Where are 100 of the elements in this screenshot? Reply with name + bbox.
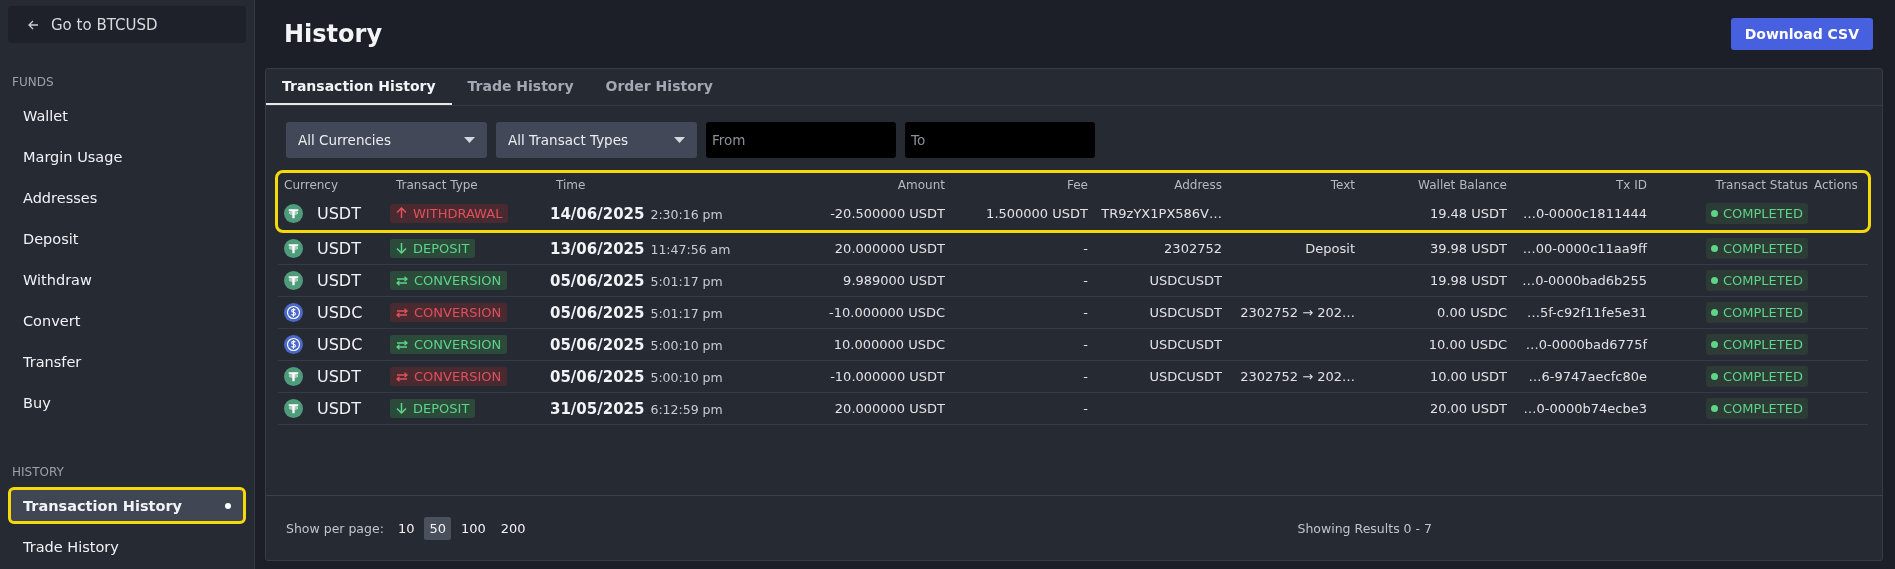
caret-icon [674, 137, 685, 143]
fee-cell-text: - [1082, 273, 1088, 288]
time-text: 6:12:59 pm [650, 401, 723, 417]
fee-cell-text: - [1082, 241, 1088, 256]
status-badge: COMPLETED [1706, 302, 1808, 323]
sidebar-item[interactable]: Margin Usage [8, 138, 246, 175]
column-header: Currency [283, 178, 340, 192]
column-header: Fee [1066, 178, 1088, 192]
status-badge: COMPLETED [1706, 398, 1808, 419]
amount-cell-text: -10.000000 USDT [829, 369, 945, 384]
date-text: 05/06/2025 [550, 303, 645, 322]
tab[interactable]: Transaction History [266, 69, 452, 105]
address-cell-text: USDCUSDT [1148, 273, 1222, 288]
to-date-field[interactable]: To [905, 122, 1095, 158]
time-text: 5:00:10 pm [650, 369, 723, 385]
column-header: Amount [896, 178, 945, 192]
type-badge: CONVERSION [390, 271, 508, 291]
date-text: 05/06/2025 [550, 367, 645, 386]
sidebar-item[interactable]: Deposit [8, 220, 246, 257]
column-header: Text [1329, 178, 1355, 192]
sidebar-item[interactable]: Wallet [8, 97, 246, 134]
column-header: Address [1173, 178, 1222, 192]
sidebar-item[interactable]: Convert [8, 302, 246, 339]
txid-cell-text: …6-9747aecfc80e [1527, 369, 1647, 384]
text-cell-text: Deposit [1304, 241, 1355, 256]
amount-cell-text: -10.000000 USDC [828, 305, 945, 320]
time-text: 5:01:17 pm [650, 305, 723, 321]
date-text: 14/06/2025 [550, 204, 645, 223]
date-text: 05/06/2025 [550, 271, 645, 290]
date-text: 31/05/2025 [550, 399, 645, 418]
address-cell-text: TR9zYX1PX586V… [1100, 206, 1222, 221]
address-cell-text: USDCUSDT [1148, 369, 1222, 384]
column-header: Transact Type [395, 178, 479, 192]
address-cell-text: USDCUSDT [1148, 305, 1222, 320]
type-badge: DEPOSIT [390, 398, 476, 418]
fee-cell-text: - [1082, 401, 1088, 416]
time-text: 5:00:10 pm [650, 337, 723, 353]
results-count: Showing Results 0 - 7 [1297, 520, 1432, 536]
section-heading: HISTORY [11, 465, 65, 479]
currency-cell: USDT [317, 271, 361, 290]
per-page-option[interactable]: 200 [495, 516, 531, 540]
sidebar-item[interactable]: Transaction History [8, 487, 246, 524]
sidebar-item[interactable]: Buy [8, 384, 246, 421]
download-button[interactable]: Download CSV [1730, 18, 1873, 50]
amount-cell-text: 10.000000 USDC [832, 337, 945, 352]
column-header: Wallet Balance [1417, 178, 1507, 192]
per-page-option[interactable]: 10 [392, 516, 420, 540]
status-badge: COMPLETED [1706, 203, 1808, 224]
per-page-option[interactable]: 50 [424, 516, 451, 540]
currency-cell: USDT [317, 367, 361, 386]
sidebar-item[interactable]: Transfer [8, 343, 246, 380]
time-text: 2:30:16 pm [650, 206, 723, 222]
fee-cell-text: - [1082, 369, 1088, 384]
balance-cell-text: 19.98 USDT [1428, 273, 1507, 288]
amount-cell-text: 20.000000 USDT [833, 401, 945, 416]
type-badge: WITHDRAWAL [390, 203, 509, 223]
currency-cell: USDT [317, 239, 361, 258]
balance-cell-text: 10.00 USDC [1427, 337, 1507, 352]
txid-cell-text: …0-0000bad6b255 [1521, 273, 1647, 288]
balance-cell-text: 10.00 USDT [1428, 369, 1507, 384]
page-title: History [284, 20, 383, 48]
fee-cell-text: 1.500000 USDT [985, 206, 1088, 221]
currency-dropdown[interactable]: All Currencies [286, 122, 487, 158]
balance-cell-text: 0.00 USDC [1436, 305, 1507, 320]
type-badge: CONVERSION [390, 367, 508, 387]
from-date-field[interactable]: From [706, 122, 896, 158]
balance-cell-text: 20.00 USDT [1428, 401, 1507, 416]
balance-cell-text: 39.98 USDT [1428, 241, 1507, 256]
address-cell-text: 2302752 [1163, 241, 1222, 256]
currency-cell: USDC [317, 303, 363, 322]
caret-icon [464, 137, 475, 143]
txid-cell-text: …0-0000bad6775f [1524, 337, 1647, 352]
amount-cell-text: 20.000000 USDT [833, 241, 945, 256]
column-header: Time [555, 178, 587, 192]
fee-cell-text: - [1082, 337, 1088, 352]
active-dot-icon [225, 502, 231, 509]
per-page-option[interactable]: 100 [455, 516, 491, 540]
tab[interactable]: Order History [589, 69, 729, 105]
txid-cell-text: …0-0000b74ecbe3 [1522, 401, 1647, 416]
balance-cell-text: 19.48 USDT [1428, 206, 1507, 221]
fee-cell-text: - [1082, 305, 1088, 320]
text-cell-text: 2302752 → 202… [1239, 305, 1355, 320]
txid-cell-text: …5f-c92f11fe5e31 [1525, 305, 1647, 320]
sidebar-item[interactable]: Trade History [8, 528, 246, 565]
time-text: 5:01:17 pm [650, 273, 723, 289]
back-link[interactable]: Go to BTCUSD [8, 6, 246, 43]
section-heading: FUNDS [11, 75, 55, 89]
type-dropdown[interactable]: All Transact Types [496, 122, 697, 158]
sidebar-item[interactable]: Addresses [8, 179, 246, 216]
status-badge: COMPLETED [1706, 334, 1808, 355]
address-cell-text: USDCUSDT [1148, 337, 1222, 352]
arrow-left-icon [28, 19, 39, 30]
currency-cell: USDT [317, 399, 361, 418]
txid-cell-text: …00-0000c11aa9ff [1521, 241, 1647, 256]
sidebar-item[interactable]: Withdraw [8, 261, 246, 298]
status-badge: COMPLETED [1706, 366, 1808, 387]
date-text: 13/06/2025 [550, 239, 645, 258]
date-text: 05/06/2025 [550, 335, 645, 354]
per-page-label: Show per page: [286, 520, 384, 536]
tab[interactable]: Trade History [451, 69, 590, 105]
